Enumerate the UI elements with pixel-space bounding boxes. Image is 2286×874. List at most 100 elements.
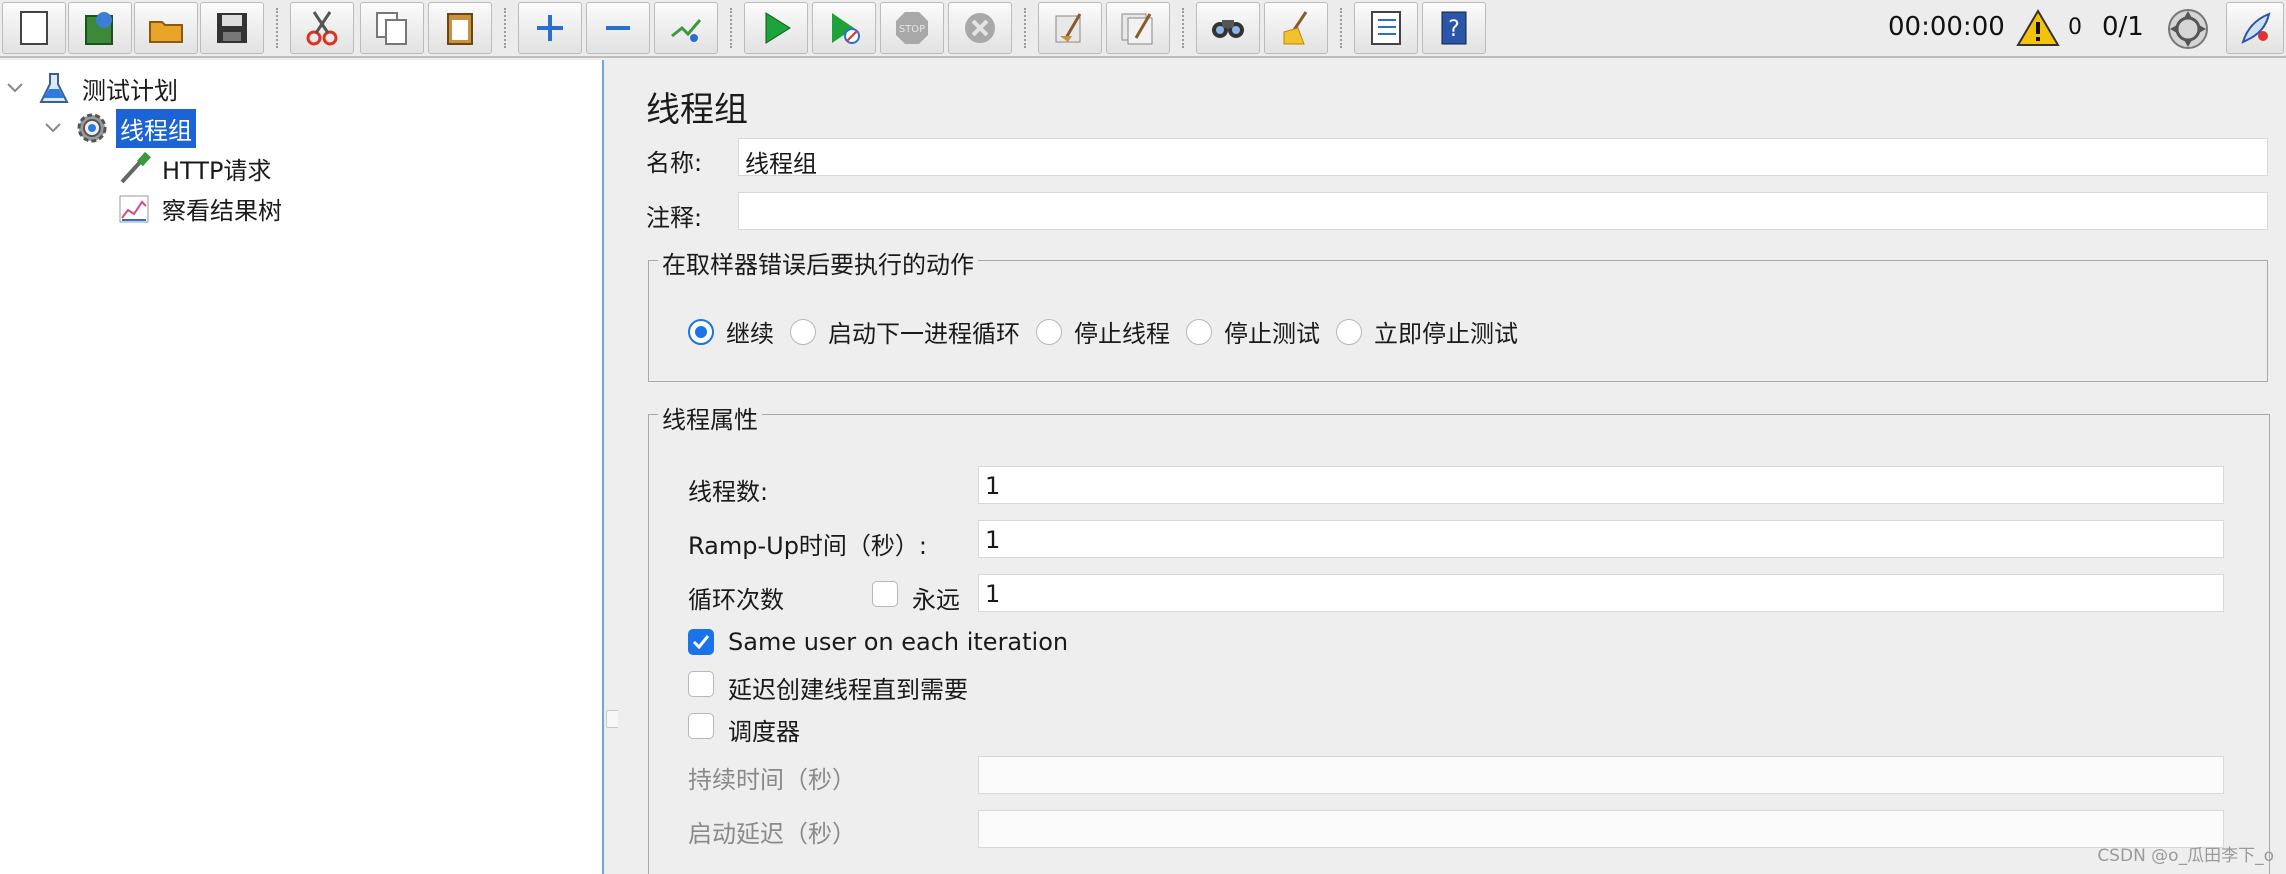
comment-label: 注释: bbox=[646, 204, 703, 232]
remote-status-icon[interactable] bbox=[2166, 7, 2210, 51]
tree-item-test-plan[interactable]: 测试计划 bbox=[4, 70, 182, 106]
copy-button[interactable] bbox=[360, 2, 424, 54]
collapse-icon bbox=[606, 26, 630, 30]
tree-item-result-tree[interactable]: 察看结果树 bbox=[116, 190, 286, 226]
thread-ratio: 0/1 bbox=[2102, 12, 2144, 42]
elapsed-timer: 00:00:00 bbox=[1888, 12, 2005, 42]
radio-continue[interactable] bbox=[688, 318, 714, 345]
log-viewer-button[interactable] bbox=[2226, 2, 2284, 54]
tree-item-label: 察看结果树 bbox=[162, 196, 282, 225]
startup-delay-label: 启动延迟（秒） bbox=[688, 820, 856, 848]
forever-checkbox[interactable] bbox=[872, 581, 898, 607]
function-helper-button[interactable] bbox=[1354, 2, 1418, 54]
start-button[interactable] bbox=[744, 2, 808, 54]
shutdown-button[interactable] bbox=[948, 2, 1012, 54]
name-field[interactable]: 线程组 bbox=[738, 138, 2268, 178]
clear-all-button[interactable] bbox=[1106, 2, 1170, 54]
stop-button[interactable]: STOP bbox=[880, 2, 944, 54]
start-no-pause-icon bbox=[832, 13, 860, 44]
radio-stop-thread[interactable] bbox=[1036, 318, 1062, 345]
tree-item-label: 测试计划 bbox=[82, 76, 178, 105]
warning-count: 0 bbox=[2068, 15, 2082, 40]
chevron-down-icon[interactable] bbox=[42, 117, 64, 139]
feather-icon bbox=[2241, 12, 2271, 44]
start-icon bbox=[765, 12, 791, 44]
chart-icon bbox=[119, 195, 149, 223]
checkmark-icon bbox=[692, 635, 710, 650]
stop-icon: STOP bbox=[896, 12, 928, 44]
flask-icon bbox=[39, 73, 69, 103]
thread-properties-title: 线程属性 bbox=[658, 400, 762, 435]
threads-field[interactable]: 1 bbox=[978, 466, 2224, 504]
loop-count-field[interactable]: 1 bbox=[978, 574, 2224, 612]
toggle-button[interactable] bbox=[654, 2, 718, 54]
delay-thread-creation-label: 延迟创建线程直到需要 bbox=[728, 676, 968, 704]
svg-text:?: ? bbox=[1448, 17, 1460, 42]
startup-delay-field[interactable] bbox=[978, 810, 2224, 848]
threads-label: 线程数: bbox=[688, 478, 769, 506]
chevron-down-icon[interactable] bbox=[4, 77, 26, 99]
new-button[interactable] bbox=[2, 2, 66, 54]
paste-icon bbox=[447, 13, 473, 45]
scheduler-checkbox[interactable] bbox=[688, 713, 714, 739]
search-icon bbox=[1212, 20, 1244, 38]
radio-label: 立即停止测试 bbox=[1374, 320, 1518, 348]
radio-stop-test[interactable] bbox=[1186, 318, 1212, 345]
cut-button[interactable] bbox=[290, 2, 354, 54]
save-button[interactable] bbox=[200, 2, 264, 54]
loop-label: 循环次数 bbox=[688, 586, 784, 614]
new-icon bbox=[20, 11, 48, 45]
expand-icon bbox=[537, 15, 563, 41]
toggle-icon bbox=[671, 19, 702, 42]
sampler-error-title: 在取样器错误后要执行的动作 bbox=[658, 245, 978, 280]
tree-item-http-request[interactable]: HTTP请求 bbox=[116, 150, 275, 186]
duration-label: 持续时间（秒） bbox=[688, 766, 856, 794]
radio-stop-test-now[interactable] bbox=[1336, 318, 1362, 345]
search-button[interactable] bbox=[1196, 2, 1260, 54]
svg-text:STOP: STOP bbox=[899, 24, 925, 35]
tree-item-label: HTTP请求 bbox=[162, 156, 272, 185]
delay-thread-creation-checkbox[interactable] bbox=[688, 671, 714, 697]
test-plan-tree: 测试计划 线程组 HTTP请求 察看结果树 bbox=[0, 60, 604, 874]
help-button[interactable]: ? bbox=[1422, 2, 1486, 54]
save-icon bbox=[217, 13, 247, 43]
open-icon bbox=[149, 21, 183, 43]
tree-item-label: 线程组 bbox=[116, 108, 196, 148]
name-label: 名称: bbox=[646, 149, 703, 177]
radio-label: 停止线程 bbox=[1074, 320, 1170, 348]
clear-icon bbox=[1055, 13, 1082, 43]
page-title: 线程组 bbox=[646, 90, 748, 130]
templates-button[interactable] bbox=[68, 2, 132, 54]
same-user-checkbox[interactable] bbox=[688, 629, 714, 655]
open-button[interactable] bbox=[134, 2, 198, 54]
gear-icon bbox=[77, 113, 107, 143]
expand-button[interactable] bbox=[518, 2, 582, 54]
cut-icon bbox=[306, 11, 338, 46]
comment-field[interactable] bbox=[738, 192, 2268, 230]
pipette-icon bbox=[120, 151, 151, 184]
copy-icon bbox=[376, 12, 407, 45]
radio-start-next-loop[interactable] bbox=[790, 318, 816, 345]
duration-field[interactable] bbox=[978, 756, 2224, 794]
reset-search-button[interactable] bbox=[1264, 2, 1328, 54]
forever-label: 永远 bbox=[912, 586, 960, 614]
scheduler-label: 调度器 bbox=[728, 718, 800, 746]
toolbar: STOP ? 00:00:00 0 0/1 bbox=[0, 0, 2286, 58]
templates-icon bbox=[85, 12, 113, 45]
thread-group-panel: 线程组 名称: 线程组 注释: 在取样器错误后要执行的动作 继续 启动下一进程循… bbox=[618, 60, 2286, 874]
shutdown-icon bbox=[965, 13, 995, 43]
rampup-label: Ramp-Up时间（秒）: bbox=[688, 532, 928, 560]
collapse-button[interactable] bbox=[586, 2, 650, 54]
radio-label: 继续 bbox=[726, 320, 774, 348]
paste-button[interactable] bbox=[428, 2, 492, 54]
clear-button[interactable] bbox=[1038, 2, 1102, 54]
rampup-field[interactable]: 1 bbox=[978, 520, 2224, 558]
warning-icon[interactable] bbox=[2016, 8, 2060, 48]
clear-all-icon bbox=[1121, 13, 1153, 45]
radio-label: 停止测试 bbox=[1224, 320, 1320, 348]
reset-search-icon bbox=[1283, 11, 1308, 45]
help-icon: ? bbox=[1441, 11, 1467, 45]
tree-item-thread-group[interactable]: 线程组 bbox=[42, 108, 196, 148]
start-no-pause-button[interactable] bbox=[812, 2, 876, 54]
same-user-label: Same user on each iteration bbox=[728, 628, 1069, 656]
